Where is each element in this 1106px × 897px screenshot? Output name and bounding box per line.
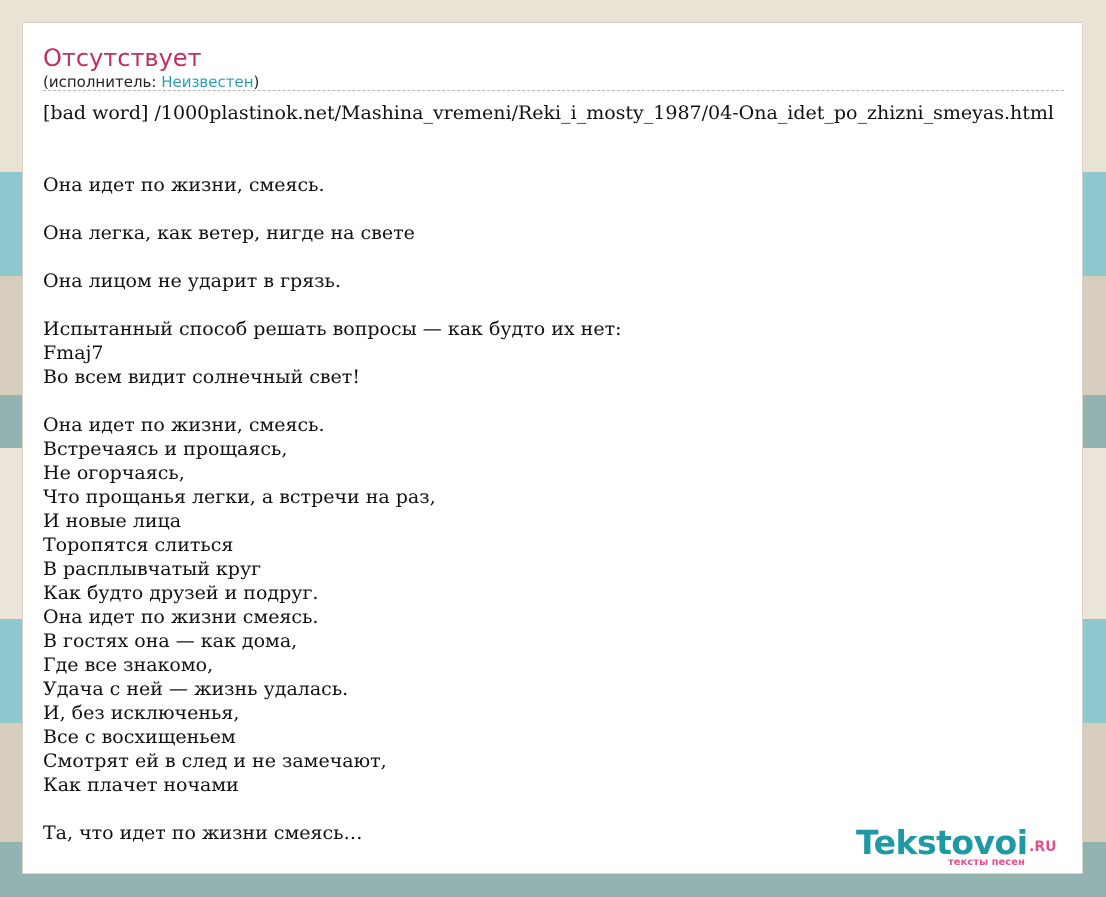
source-line: [bad word] /1000plastinok.net/Mashina_vr…	[43, 102, 1054, 124]
artist-suffix: )	[253, 73, 260, 91]
lyric-line: Она легка, как ветер, нигде на свете	[43, 222, 415, 244]
lyric-line: Встречаясь и прощаясь,	[43, 438, 288, 460]
lyric-line: Как плачет ночами	[43, 774, 239, 796]
lyric-line	[43, 245, 1043, 269]
lyric-line	[43, 797, 1043, 821]
lyric-line: В расплывчатый круг	[43, 558, 262, 580]
site-logo[interactable]: Tekstovoi .RU тексты песен	[856, 823, 1056, 868]
lyric-line: Она идет по жизни смеясь.	[43, 606, 319, 628]
lyric-line: Она идет по жизни, смеясь.	[43, 414, 325, 436]
artist-link[interactable]: Неизвестен	[161, 73, 253, 91]
lyric-line: Все с восхищеньем	[43, 726, 236, 748]
lyric-line	[43, 293, 1043, 317]
lyric-line: Удача с ней — жизнь удалась.	[43, 678, 349, 700]
lyric-line: Не огорчаясь,	[43, 462, 185, 484]
lyric-line: Как будто друзей и подруг.	[43, 582, 319, 604]
lyric-line: Она идет по жизни, смеясь.	[43, 174, 325, 196]
lyric-line: Где все знакомо,	[43, 654, 214, 676]
artist-line: (исполнитель: Неизвестен)	[43, 72, 259, 92]
lyric-line: Что прощанья легки, а встречи на раз,	[43, 486, 436, 508]
lyric-line: И, без исключенья,	[43, 702, 240, 724]
lyric-line: Fmaj7	[43, 342, 104, 364]
lyrics-text: Она идет по жизни, смеясь. Она легка, как…	[43, 173, 1043, 845]
title-divider	[43, 90, 1064, 91]
lyrics-card: Отсутствует (исполнитель: Неизвестен) [b…	[22, 22, 1083, 874]
lyric-line	[43, 389, 1043, 413]
lyric-line: Торопятся слиться	[43, 534, 234, 556]
lyric-line: И новые лица	[43, 510, 182, 532]
logo-tagline: тексты песен	[948, 857, 1025, 868]
lyric-line: Она лицом не ударит в грязь.	[43, 270, 341, 292]
lyric-line	[43, 197, 1043, 221]
lyric-line: Смотрят ей в след и не замечают,	[43, 750, 387, 772]
artist-prefix: (исполнитель:	[43, 73, 162, 91]
song-title: Отсутствует	[43, 44, 202, 72]
lyric-line: Во всем видит солнечный свет!	[43, 366, 360, 388]
logo-tld: .RU	[1029, 839, 1057, 855]
lyric-line: В гостях она — как дома,	[43, 630, 298, 652]
lyric-line: Испытанный способ решать вопросы — как б…	[43, 318, 622, 340]
